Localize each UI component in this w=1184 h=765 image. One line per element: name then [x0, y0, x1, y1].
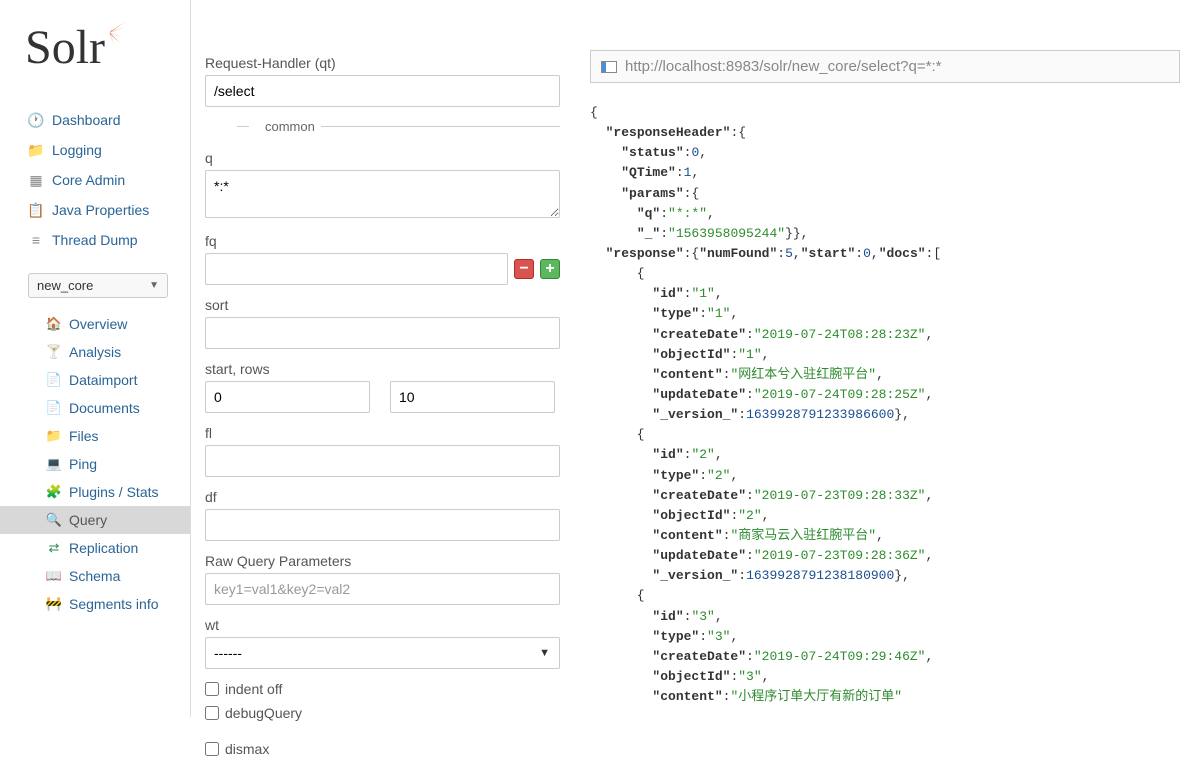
raw-label: Raw Query Parameters [205, 553, 560, 569]
link-icon [601, 61, 617, 73]
subnav-plugins[interactable]: 🧩 Plugins / Stats [0, 478, 190, 506]
main-nav: 🕐 Dashboard 📁 Logging ▦ Core Admin 📋 Jav… [0, 105, 190, 255]
chevron-down-icon: ▼ [149, 280, 159, 291]
nav-label: Logging [52, 142, 102, 158]
wt-label: wt [205, 617, 560, 633]
subnav-label: Query [69, 512, 107, 528]
subnav-segments[interactable]: 🚧 Segments info [0, 590, 190, 618]
nav-label: Thread Dump [52, 232, 138, 248]
subnav-ping[interactable]: 💻 Ping [0, 450, 190, 478]
replication-icon: ⇄ [46, 540, 62, 556]
core-sub-nav: 🏠 Overview 🍸 Analysis 📄 Dataimport 📄 Doc… [0, 310, 190, 618]
dismax-label: dismax [225, 741, 269, 757]
output-area: http://localhost:8983/solr/new_core/sele… [590, 50, 1180, 707]
q-label: q [205, 150, 560, 166]
core-admin-icon: ▦ [28, 172, 44, 188]
nav-label: Java Properties [52, 202, 149, 218]
subnav-label: Plugins / Stats [69, 484, 159, 500]
dataimport-icon: 📄 [46, 372, 62, 388]
plugins-icon: 🧩 [46, 484, 62, 500]
ping-icon: 💻 [46, 456, 62, 472]
qt-label: Request-Handler (qt) [205, 55, 560, 71]
subnav-analysis[interactable]: 🍸 Analysis [0, 338, 190, 366]
indent-off-label: indent off [225, 681, 282, 697]
request-url: http://localhost:8983/solr/new_core/sele… [625, 58, 941, 75]
documents-icon: 📄 [46, 400, 62, 416]
nav-core-admin[interactable]: ▦ Core Admin [0, 165, 190, 195]
qt-input[interactable] [205, 75, 560, 107]
sidebar: Solr 🕐 Dashboard 📁 Logging [0, 0, 190, 717]
logo: Solr [0, 0, 190, 105]
sort-input[interactable] [205, 317, 560, 349]
subnav-label: Segments info [69, 596, 159, 612]
subnav-files[interactable]: 📁 Files [0, 422, 190, 450]
dashboard-icon: 🕐 [28, 112, 44, 128]
subnav-overview[interactable]: 🏠 Overview [0, 310, 190, 338]
segments-icon: 🚧 [46, 596, 62, 612]
subnav-label: Ping [69, 456, 97, 472]
solr-sun-icon [92, 15, 127, 50]
subnav-label: Schema [69, 568, 120, 584]
common-legend: common [259, 119, 321, 134]
divider [190, 0, 191, 717]
subnav-label: Dataimport [69, 372, 137, 388]
nav-label: Core Admin [52, 172, 125, 188]
start-input[interactable] [205, 381, 370, 413]
dismax-checkbox[interactable] [205, 742, 219, 756]
files-icon: 📁 [46, 428, 62, 444]
subnav-label: Analysis [69, 344, 121, 360]
fq-remove-button[interactable]: − [514, 259, 534, 279]
java-properties-icon: 📋 [28, 202, 44, 218]
json-response: { "responseHeader":{ "status":0, "QTime"… [590, 103, 1180, 707]
fl-input[interactable] [205, 445, 560, 477]
subnav-label: Replication [69, 540, 138, 556]
subnav-query[interactable]: 🔍 Query [0, 506, 190, 534]
overview-icon: 🏠 [46, 316, 62, 332]
logging-icon: 📁 [28, 142, 44, 158]
wt-select[interactable]: ------ [205, 637, 560, 669]
query-icon: 🔍 [46, 512, 62, 528]
rows-input[interactable] [390, 381, 555, 413]
query-form: Request-Handler (qt) common q fq − + sor… [205, 55, 560, 765]
q-input[interactable] [205, 170, 560, 218]
df-label: df [205, 489, 560, 505]
subnav-label: Files [69, 428, 99, 444]
thread-dump-icon: ≡ [28, 232, 44, 248]
df-input[interactable] [205, 509, 560, 541]
subnav-documents[interactable]: 📄 Documents [0, 394, 190, 422]
debugquery-label: debugQuery [225, 705, 302, 721]
core-selector[interactable]: new_core ▼ [28, 273, 168, 298]
subnav-dataimport[interactable]: 📄 Dataimport [0, 366, 190, 394]
nav-thread-dump[interactable]: ≡ Thread Dump [0, 225, 190, 255]
raw-input[interactable] [205, 573, 560, 605]
fq-add-button[interactable]: + [540, 259, 560, 279]
fq-input[interactable] [205, 253, 508, 285]
nav-dashboard[interactable]: 🕐 Dashboard [0, 105, 190, 135]
indent-off-checkbox[interactable] [205, 682, 219, 696]
fl-label: fl [205, 425, 560, 441]
subnav-replication[interactable]: ⇄ Replication [0, 534, 190, 562]
subnav-label: Documents [69, 400, 140, 416]
request-url-box[interactable]: http://localhost:8983/solr/new_core/sele… [590, 50, 1180, 83]
core-selector-value: new_core [37, 278, 93, 293]
start-rows-label: start, rows [205, 361, 560, 377]
nav-java-properties[interactable]: 📋 Java Properties [0, 195, 190, 225]
subnav-label: Overview [69, 316, 127, 332]
fq-label: fq [205, 233, 560, 249]
subnav-schema[interactable]: 📖 Schema [0, 562, 190, 590]
sort-label: sort [205, 297, 560, 313]
nav-logging[interactable]: 📁 Logging [0, 135, 190, 165]
debugquery-checkbox[interactable] [205, 706, 219, 720]
nav-label: Dashboard [52, 112, 121, 128]
analysis-icon: 🍸 [46, 344, 62, 360]
schema-icon: 📖 [46, 568, 62, 584]
